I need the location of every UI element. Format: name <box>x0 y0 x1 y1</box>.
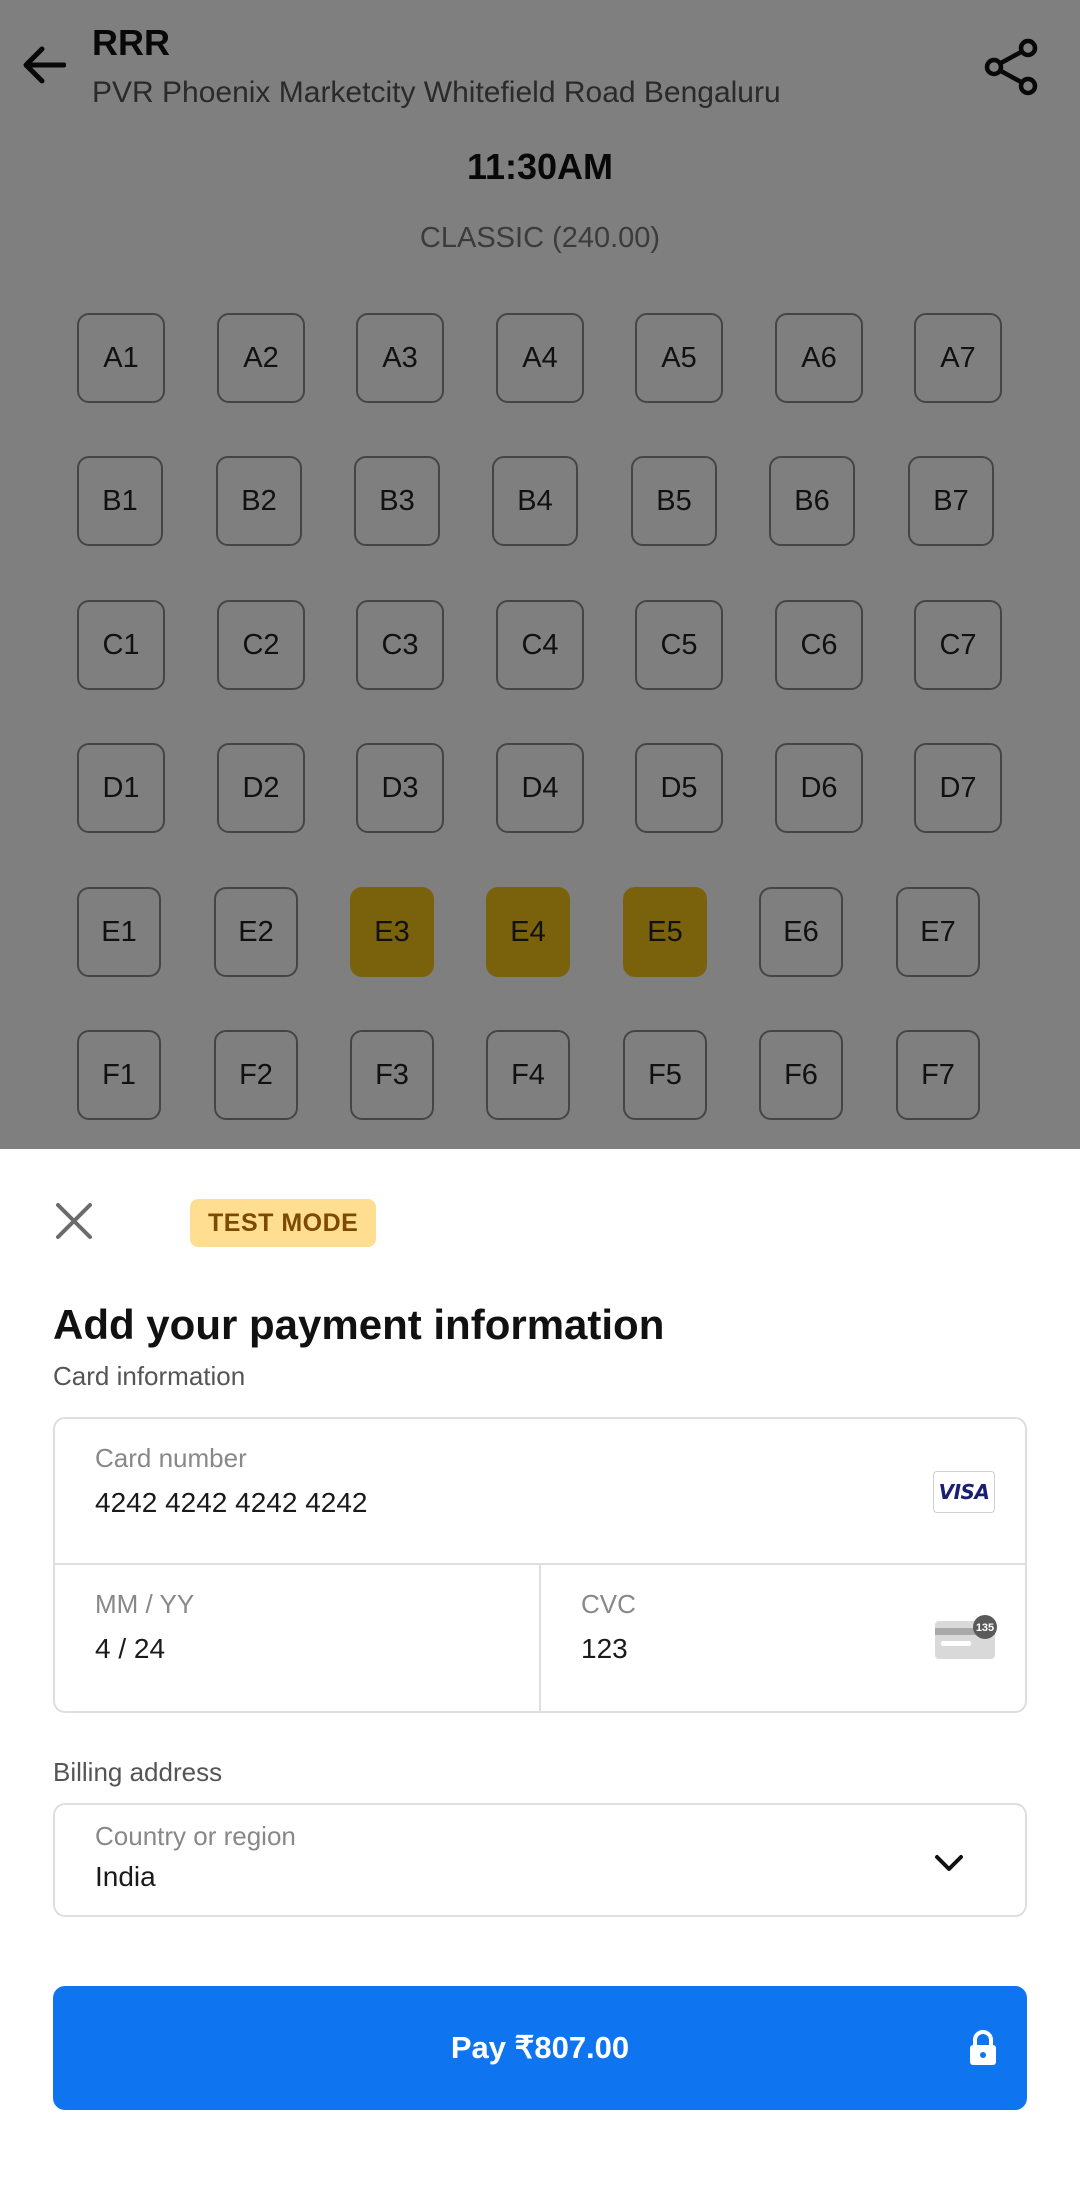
payment-sheet: TEST MODE Add your payment information C… <box>0 1149 1080 2203</box>
screen: RRR PVR Phoenix Marketcity Whitefield Ro… <box>0 0 1080 2203</box>
cvc-card-icon: 135 <box>935 1615 997 1659</box>
country-label: Country or region <box>95 1821 296 1851</box>
close-button[interactable] <box>50 1197 98 1245</box>
visa-card-icon: VISA <box>933 1471 995 1513</box>
payment-title: Add your payment information <box>53 1301 665 1348</box>
lock-icon <box>970 2030 996 2065</box>
country-value: India <box>95 1861 156 1892</box>
billing-address-label: Billing address <box>53 1757 223 1787</box>
expiry-field[interactable]: MM / YY 4 / 24 <box>55 1565 541 1711</box>
test-mode-badge: TEST MODE <box>190 1199 377 1247</box>
cvc-icon-text: 135 <box>976 1622 994 1634</box>
expiry-label: MM / YY <box>95 1589 195 1619</box>
card-information-label: Card information <box>53 1361 246 1391</box>
country-select[interactable]: Country or region India <box>53 1803 1027 1917</box>
card-number-field[interactable]: Card number 4242 4242 4242 4242 VISA <box>55 1419 1025 1565</box>
cvc-value: 123 <box>581 1633 628 1664</box>
chevron-down-icon <box>935 1855 963 1871</box>
pay-button-label: Pay ₹807.00 <box>450 2030 630 2065</box>
card-information-group: Card number 4242 4242 4242 4242 VISA MM … <box>53 1417 1027 1713</box>
expiry-value: 4 / 24 <box>95 1633 166 1664</box>
seat-selection-screen: RRR PVR Phoenix Marketcity Whitefield Ro… <box>0 0 1080 1149</box>
card-number-label: Card number <box>95 1443 247 1473</box>
modal-scrim[interactable] <box>0 0 1080 1149</box>
card-number-value: 4242 4242 4242 4242 <box>95 1487 368 1518</box>
cvc-field[interactable]: CVC 123 135 <box>541 1565 1025 1711</box>
close-icon <box>56 1203 92 1239</box>
pay-button[interactable]: Pay ₹807.00 <box>53 1986 1027 2110</box>
cvc-label: CVC <box>581 1589 636 1619</box>
